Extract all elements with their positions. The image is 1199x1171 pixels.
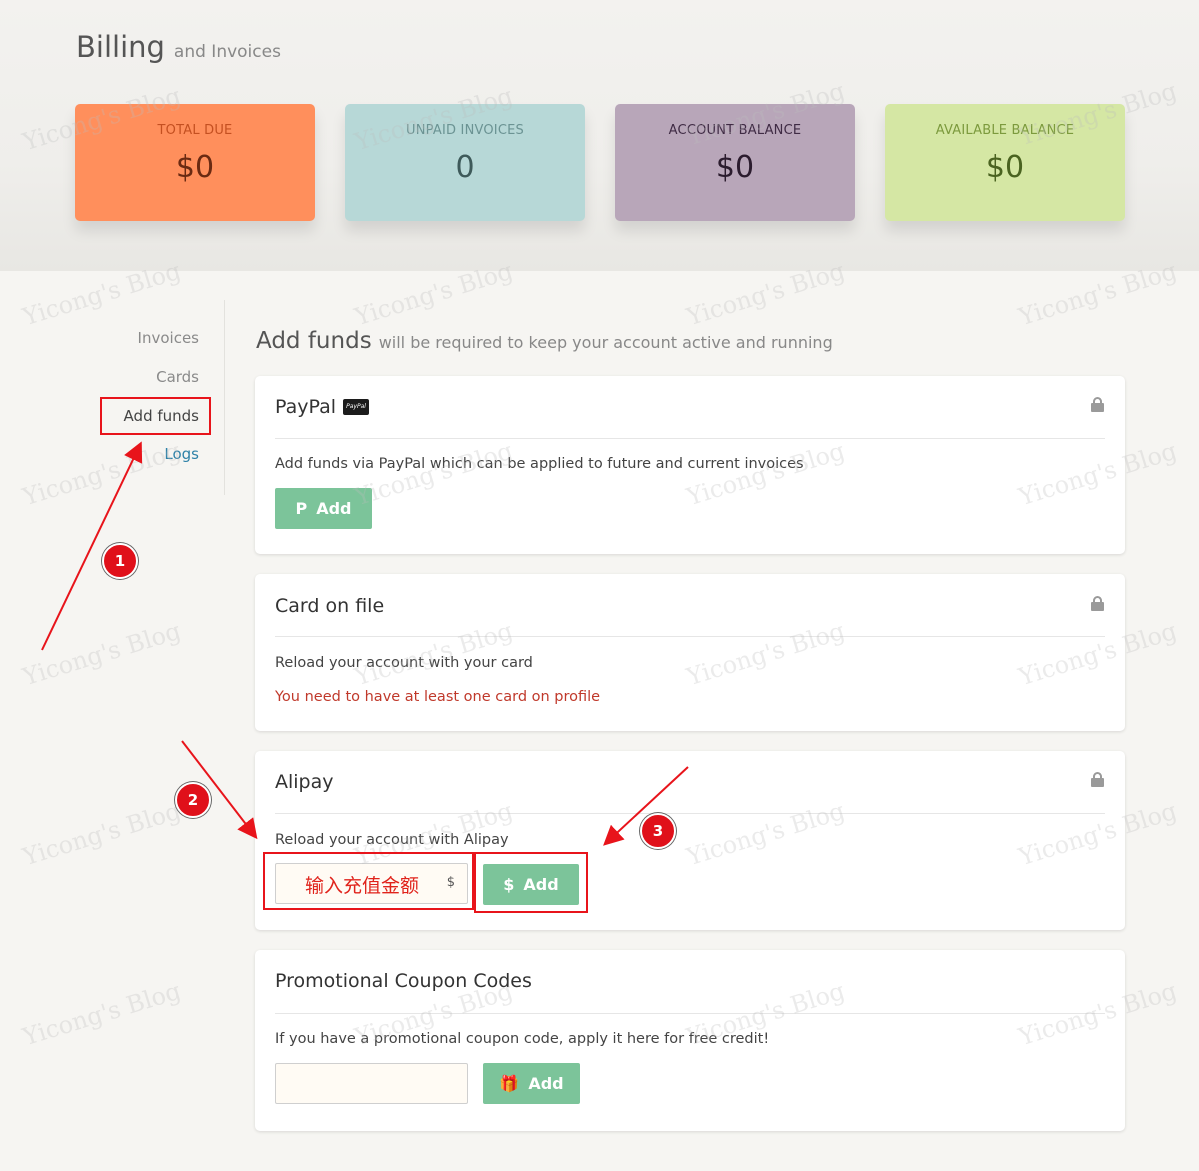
annotation-badge-2: 2	[175, 782, 211, 818]
annotation-arrows	[41, 441, 689, 846]
annotation-badge-3: 3	[640, 813, 676, 849]
annotation-badge-1: 1	[102, 543, 138, 579]
